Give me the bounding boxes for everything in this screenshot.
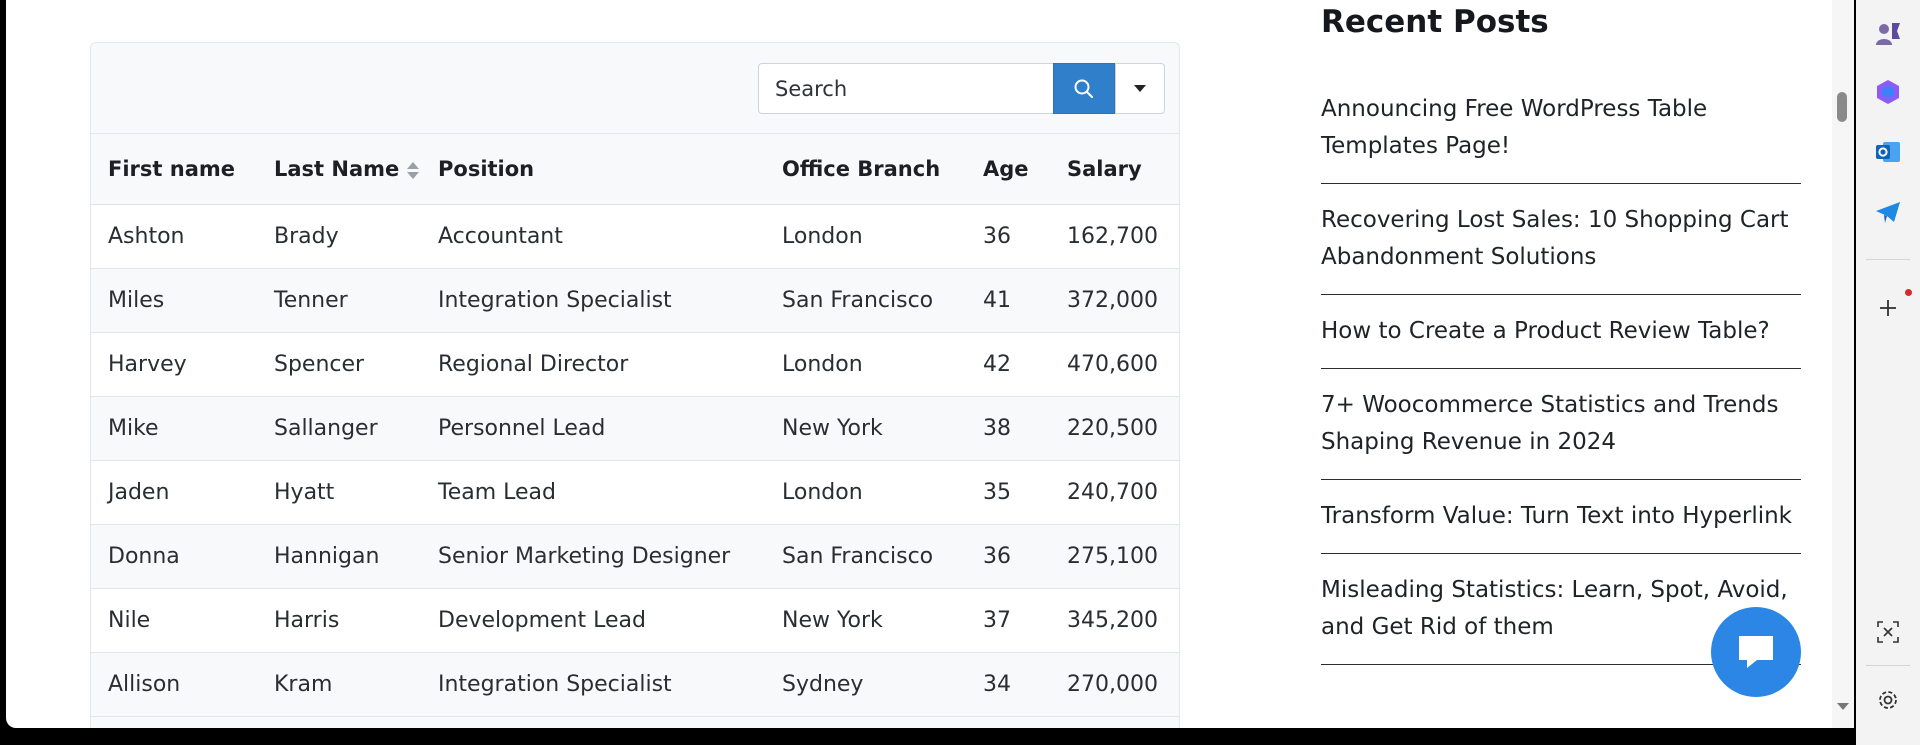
cell-last-name: Tenner [257, 268, 421, 333]
cell-first-name: Allison [91, 652, 257, 717]
table-row: Miles Tenner Integration Specialist San … [91, 268, 1179, 333]
chat-button[interactable] [1711, 607, 1801, 697]
page-scrollbar[interactable] [1832, 0, 1854, 728]
cell-salary: 275,100 [1050, 524, 1179, 589]
table-row: Donna Hannigan Senior Marketing Designer… [91, 524, 1179, 589]
cell-office-branch: London [765, 332, 966, 397]
cell-position: Development Lead [421, 588, 765, 653]
data-table: First name Last Name Position Office Bra… [91, 134, 1179, 717]
recent-post-link[interactable]: Announcing Free WordPress Table Template… [1321, 91, 1801, 184]
search-button[interactable] [1053, 63, 1115, 114]
cell-first-name: Harvey [91, 332, 257, 397]
cell-position: Senior Marketing Designer [421, 524, 765, 589]
cell-salary: 372,000 [1050, 268, 1179, 333]
table-row: Ashton Brady Accountant London 36 162,70… [91, 204, 1179, 269]
cell-office-branch: New York [765, 588, 966, 653]
column-header-last-name[interactable]: Last Name [257, 134, 421, 205]
telegram-icon[interactable] [1872, 196, 1904, 228]
recent-post-link[interactable]: How to Create a Product Review Table? [1321, 313, 1801, 369]
cell-age: 35 [966, 460, 1050, 525]
caret-down-icon [1134, 85, 1146, 92]
recent-post-link[interactable]: 7+ Woocommerce Statistics and Trends Sha… [1321, 387, 1801, 480]
cell-last-name: Hannigan [257, 524, 421, 589]
cell-salary: 270,000 [1050, 652, 1179, 717]
cell-age: 42 [966, 332, 1050, 397]
screenshot-icon[interactable] [1872, 616, 1904, 648]
table-row: Mike Sallanger Personnel Lead New York 3… [91, 396, 1179, 461]
outlook-icon[interactable] [1872, 136, 1904, 168]
browser-sidebar [1856, 0, 1920, 745]
copilot-icon[interactable] [1872, 76, 1904, 108]
cell-position: Integration Specialist [421, 652, 765, 717]
sidebar-divider [1866, 259, 1910, 260]
table-header-row: First name Last Name Position Office Bra… [91, 134, 1179, 205]
cell-first-name: Ashton [91, 204, 257, 269]
table-row: Allison Kram Integration Specialist Sydn… [91, 652, 1179, 717]
cell-salary: 240,700 [1050, 460, 1179, 525]
cell-age: 37 [966, 588, 1050, 653]
recent-posts-title: Recent Posts [1321, 4, 1549, 40]
recent-post-link[interactable]: Recovering Lost Sales: 10 Shopping Cart … [1321, 202, 1801, 295]
cell-position: Personnel Lead [421, 396, 765, 461]
sort-icon[interactable] [407, 160, 420, 180]
table-row: Harvey Spencer Regional Director London … [91, 332, 1179, 397]
table-row: Jaden Hyatt Team Lead London 35 240,700 [91, 460, 1179, 525]
page-viewport: First name Last Name Position Office Bra… [6, 0, 1836, 728]
cell-first-name: Miles [91, 268, 257, 333]
table-toolbar [91, 43, 1179, 134]
column-header-age[interactable]: Age [966, 134, 1050, 205]
cell-last-name: Kram [257, 652, 421, 717]
cell-office-branch: London [765, 204, 966, 269]
column-header-position[interactable]: Position [421, 134, 765, 205]
cell-first-name: Mike [91, 396, 257, 461]
cell-age: 38 [966, 396, 1050, 461]
columns-dropdown-button[interactable] [1115, 63, 1165, 114]
cell-last-name: Spencer [257, 332, 421, 397]
cell-last-name: Harris [257, 588, 421, 653]
people-icon[interactable] [1872, 18, 1904, 50]
data-table-card: First name Last Name Position Office Bra… [90, 42, 1180, 728]
table-row: Nile Harris Development Lead New York 37… [91, 588, 1179, 653]
cell-office-branch: San Francisco [765, 268, 966, 333]
column-header-office-branch[interactable]: Office Branch [765, 134, 966, 205]
cell-last-name: Brady [257, 204, 421, 269]
cell-first-name: Nile [91, 588, 257, 653]
cell-age: 36 [966, 204, 1050, 269]
cell-position: Integration Specialist [421, 268, 765, 333]
cell-age: 34 [966, 652, 1050, 717]
cell-salary: 162,700 [1050, 204, 1179, 269]
cell-first-name: Jaden [91, 460, 257, 525]
cell-salary: 470,600 [1050, 332, 1179, 397]
cell-office-branch: San Francisco [765, 524, 966, 589]
cell-office-branch: London [765, 460, 966, 525]
column-header-first-name[interactable]: First name [91, 134, 257, 205]
search-input[interactable] [758, 63, 1053, 114]
recent-posts-list: Announcing Free WordPress Table Template… [1321, 91, 1801, 683]
notification-dot [1905, 289, 1912, 296]
cell-position: Regional Director [421, 332, 765, 397]
cell-age: 41 [966, 268, 1050, 333]
recent-post-link[interactable]: Transform Value: Turn Text into Hyperlin… [1321, 498, 1801, 554]
cell-last-name: Sallanger [257, 396, 421, 461]
scroll-down-arrow-icon[interactable] [1837, 703, 1849, 710]
chat-bubble-icon [1739, 636, 1773, 668]
cell-salary: 345,200 [1050, 588, 1179, 653]
search-icon [1074, 79, 1093, 98]
sidebar-divider [1866, 665, 1910, 666]
cell-last-name: Hyatt [257, 460, 421, 525]
cell-salary: 220,500 [1050, 396, 1179, 461]
column-header-salary[interactable]: Salary [1050, 134, 1179, 205]
cell-age: 36 [966, 524, 1050, 589]
cell-position: Accountant [421, 204, 765, 269]
add-icon[interactable] [1872, 292, 1904, 324]
cell-first-name: Donna [91, 524, 257, 589]
cell-office-branch: New York [765, 396, 966, 461]
cell-office-branch: Sydney [765, 652, 966, 717]
settings-icon[interactable] [1872, 684, 1904, 716]
scrollbar-thumb[interactable] [1837, 92, 1847, 122]
cell-position: Team Lead [421, 460, 765, 525]
